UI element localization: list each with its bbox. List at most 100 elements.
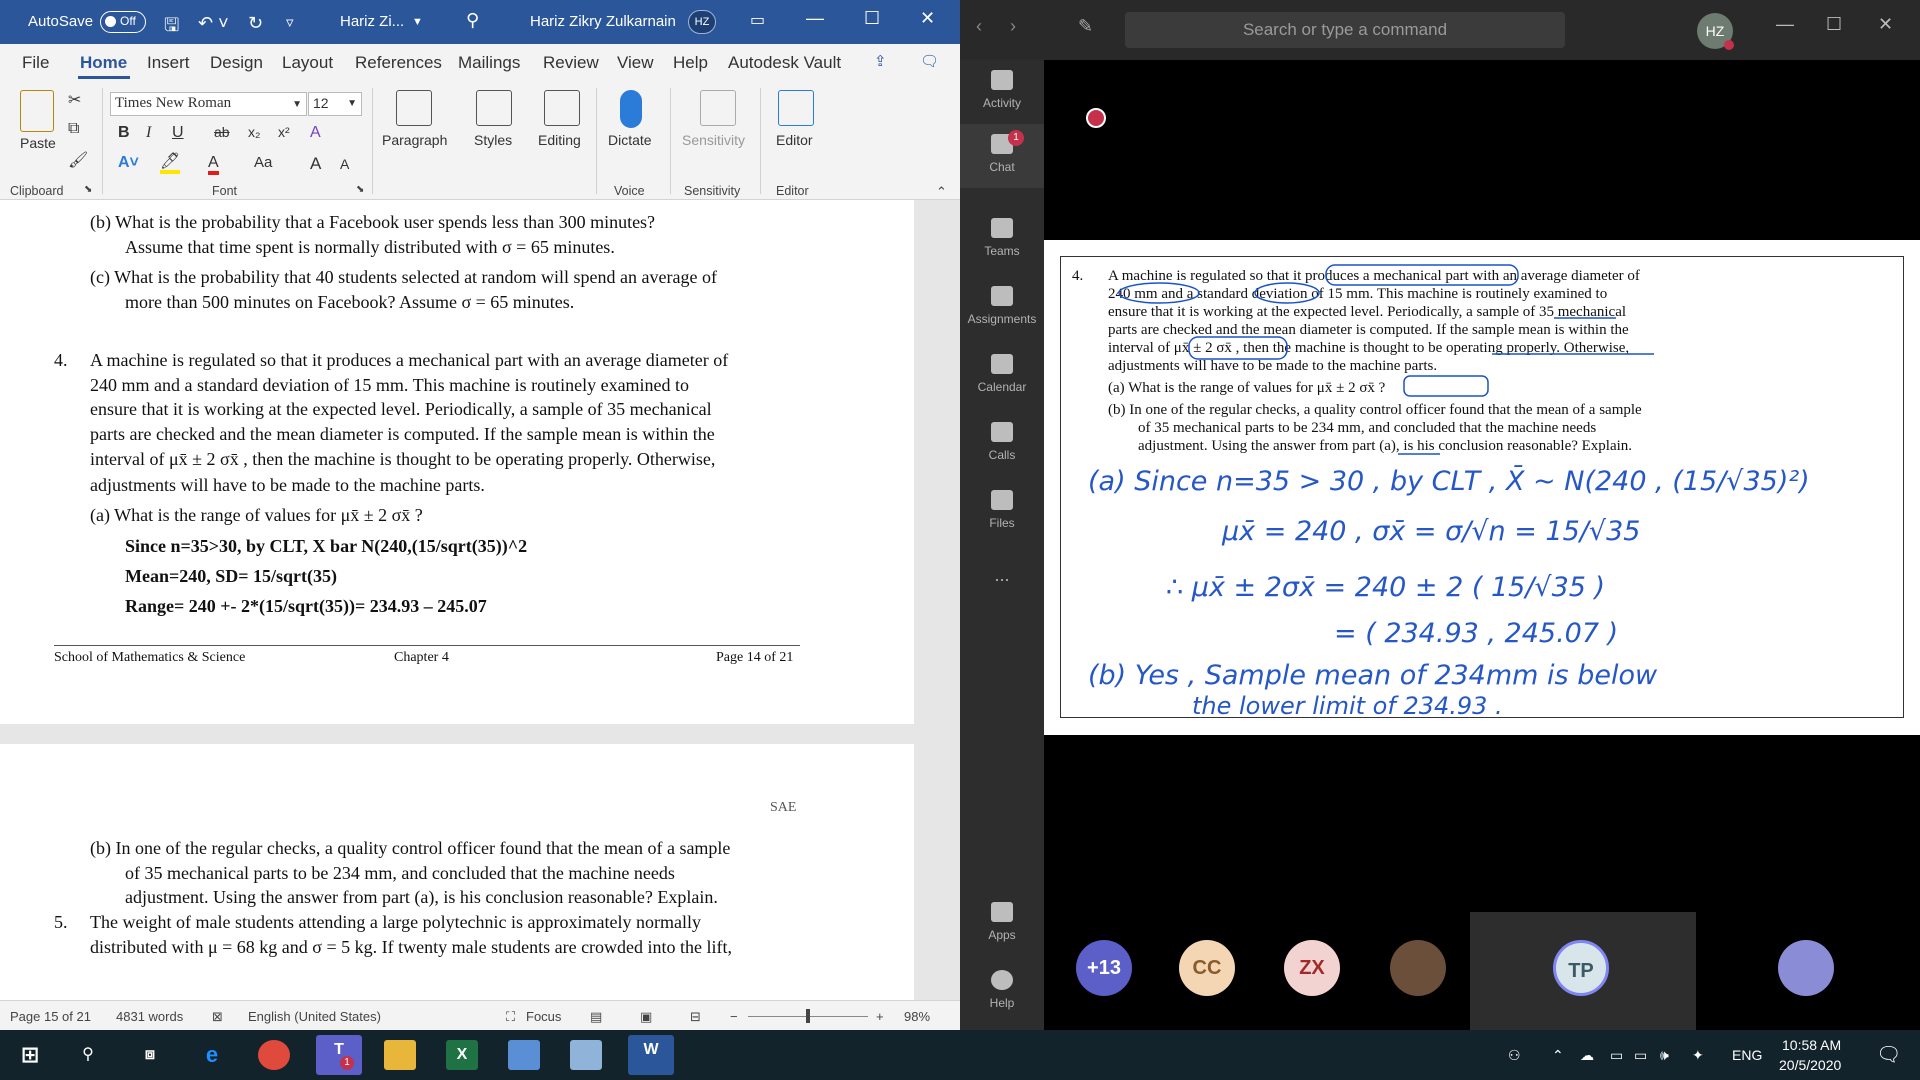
excel-icon[interactable]: X bbox=[446, 1040, 478, 1070]
change-case-button[interactable]: Aa bbox=[254, 154, 272, 171]
ribbon-display-icon[interactable]: ▭ bbox=[750, 10, 765, 30]
maximize-icon[interactable]: ☐ bbox=[864, 8, 880, 29]
forward-icon[interactable]: › bbox=[1010, 16, 1016, 37]
notifications-icon[interactable]: 🗨 bbox=[1876, 1042, 1901, 1067]
editor-icon[interactable] bbox=[778, 90, 814, 126]
participant-photo[interactable] bbox=[1778, 940, 1834, 996]
superscript-button[interactable]: x² bbox=[278, 124, 290, 140]
start-icon[interactable]: ⊞ bbox=[14, 1040, 46, 1070]
paste-label[interactable]: Paste bbox=[20, 135, 56, 151]
paste-icon[interactable] bbox=[20, 90, 54, 132]
focus-mode[interactable]: Focus bbox=[526, 1009, 561, 1024]
page-15[interactable]: SAE (b) In one of the regular checks, a … bbox=[0, 744, 914, 1000]
tab-design[interactable]: Design bbox=[210, 53, 263, 73]
focus-icon[interactable]: ⛶ bbox=[506, 1009, 515, 1025]
rail-chat[interactable]: Chat 1 bbox=[960, 124, 1044, 188]
tab-view[interactable]: View bbox=[617, 53, 654, 73]
bold-button[interactable]: B bbox=[118, 124, 130, 142]
close-icon[interactable]: ✕ bbox=[920, 8, 935, 29]
microphone-icon[interactable] bbox=[620, 90, 642, 128]
rail-apps[interactable]: Apps bbox=[960, 902, 1044, 942]
share-icon[interactable]: ⇪ bbox=[874, 52, 887, 70]
rail-calendar[interactable]: Calendar bbox=[960, 354, 1044, 394]
styles-icon[interactable] bbox=[476, 90, 512, 126]
new-chat-icon[interactable]: ✎ bbox=[1078, 16, 1093, 37]
tab-home[interactable]: Home bbox=[80, 53, 127, 73]
minimize-icon[interactable]: — bbox=[806, 8, 824, 29]
proofing-icon[interactable]: ⊠ bbox=[212, 1009, 223, 1025]
tab-review[interactable]: Review bbox=[543, 53, 599, 73]
comments-icon[interactable]: 🗨 bbox=[920, 52, 939, 70]
font-name-select[interactable]: Times New Roman ▼ bbox=[110, 92, 307, 116]
chrome-icon[interactable] bbox=[258, 1040, 290, 1070]
dictate-label[interactable]: Dictate bbox=[608, 132, 652, 148]
cut-icon[interactable]: ✂ bbox=[68, 90, 81, 110]
rail-help[interactable]: Help bbox=[960, 970, 1044, 1010]
teams-taskbar-icon[interactable]: T bbox=[316, 1035, 362, 1075]
format-painter-icon[interactable]: 🖌 bbox=[68, 150, 88, 170]
participant-avatar[interactable]: TP bbox=[1553, 940, 1609, 996]
tab-autodesk-vault[interactable]: Autodesk Vault bbox=[728, 53, 841, 73]
copy-icon[interactable]: ⧉ bbox=[68, 120, 79, 138]
clock-time[interactable]: 10:58 AM bbox=[1782, 1037, 1841, 1053]
search-input[interactable]: Search or type a command bbox=[1125, 12, 1565, 48]
more-apps-button[interactable]: ... bbox=[960, 565, 1044, 586]
notepad-icon[interactable] bbox=[570, 1040, 602, 1070]
user-avatar[interactable]: HZ bbox=[688, 10, 716, 34]
tab-help[interactable]: Help bbox=[673, 53, 708, 73]
save-icon[interactable]: 🖫 bbox=[164, 13, 179, 43]
web-layout-icon[interactable]: ⊟ bbox=[690, 1009, 701, 1025]
dialog-launcher-icon[interactable]: ⬊ bbox=[84, 184, 92, 195]
customize-qat-icon[interactable]: ▿ bbox=[286, 13, 294, 31]
grow-font-button[interactable]: A bbox=[310, 154, 321, 174]
volume-icon[interactable]: 🕪 bbox=[1660, 1047, 1669, 1064]
read-mode-icon[interactable]: ▤ bbox=[590, 1009, 602, 1025]
subscript-button[interactable]: x₂ bbox=[248, 124, 260, 140]
search-icon[interactable]: ⚲ bbox=[72, 1040, 104, 1070]
rail-teams[interactable]: Teams bbox=[960, 218, 1044, 258]
onedrive-icon[interactable]: ☁ bbox=[1580, 1047, 1594, 1064]
highlight-icon[interactable]: 🖊 bbox=[160, 154, 181, 174]
file-explorer-icon[interactable] bbox=[384, 1040, 416, 1070]
word-taskbar-icon[interactable]: W bbox=[628, 1035, 674, 1075]
language[interactable]: English (United States) bbox=[248, 1009, 381, 1024]
back-icon[interactable]: ‹ bbox=[976, 16, 982, 37]
dropbox-icon[interactable]: ✦ bbox=[1692, 1047, 1704, 1064]
rail-activity[interactable]: Activity bbox=[960, 70, 1044, 110]
sensitivity-icon[interactable] bbox=[700, 90, 736, 126]
editing-icon[interactable] bbox=[544, 90, 580, 126]
participant-avatar[interactable]: CC bbox=[1179, 940, 1235, 996]
zoom-slider-thumb[interactable] bbox=[806, 1009, 810, 1023]
document-title[interactable]: Hariz Zi... bbox=[340, 13, 404, 30]
undo-icon[interactable]: ↶ ˅ bbox=[198, 13, 229, 34]
word-count[interactable]: 4831 words bbox=[116, 1009, 183, 1024]
maximize-icon[interactable]: ☐ bbox=[1826, 14, 1842, 35]
font-color-icon[interactable]: A bbox=[208, 154, 219, 175]
tab-insert[interactable]: Insert bbox=[147, 53, 190, 73]
zoom-level[interactable]: 98% bbox=[904, 1009, 930, 1024]
clear-formatting-button[interactable]: A bbox=[310, 124, 321, 142]
rail-files[interactable]: Files bbox=[960, 490, 1044, 530]
tab-layout[interactable]: Layout bbox=[282, 53, 333, 73]
tab-references[interactable]: References bbox=[355, 53, 442, 73]
edge-icon[interactable]: e bbox=[196, 1040, 228, 1070]
text-effects-icon[interactable]: A˅ bbox=[118, 154, 139, 172]
participant-photo[interactable] bbox=[1390, 940, 1446, 996]
minimize-icon[interactable]: — bbox=[1776, 14, 1794, 35]
people-icon[interactable]: ⚇ bbox=[1508, 1047, 1521, 1064]
dialog-launcher-icon[interactable]: ⬊ bbox=[356, 184, 364, 195]
rail-calls[interactable]: Calls bbox=[960, 422, 1044, 462]
redo-icon[interactable]: ↻ bbox=[248, 13, 263, 34]
chevron-up-icon[interactable]: ⌃ bbox=[1552, 1047, 1564, 1064]
italic-button[interactable]: I bbox=[146, 124, 151, 142]
editor-label[interactable]: Editor bbox=[776, 132, 813, 148]
paragraph-label[interactable]: Paragraph bbox=[382, 132, 447, 148]
search-icon[interactable]: ⚲ bbox=[466, 10, 479, 31]
participant-avatar[interactable]: ZX bbox=[1284, 940, 1340, 996]
zoom-in-icon[interactable]: + bbox=[876, 1009, 884, 1024]
task-view-icon[interactable]: ⧈ bbox=[134, 1040, 166, 1070]
tab-mailings[interactable]: Mailings bbox=[458, 53, 520, 73]
sensitivity-label[interactable]: Sensitivity bbox=[682, 132, 745, 148]
page-14[interactable]: (b) What is the probability that a Faceb… bbox=[0, 200, 914, 724]
shrink-font-button[interactable]: A bbox=[340, 156, 349, 172]
